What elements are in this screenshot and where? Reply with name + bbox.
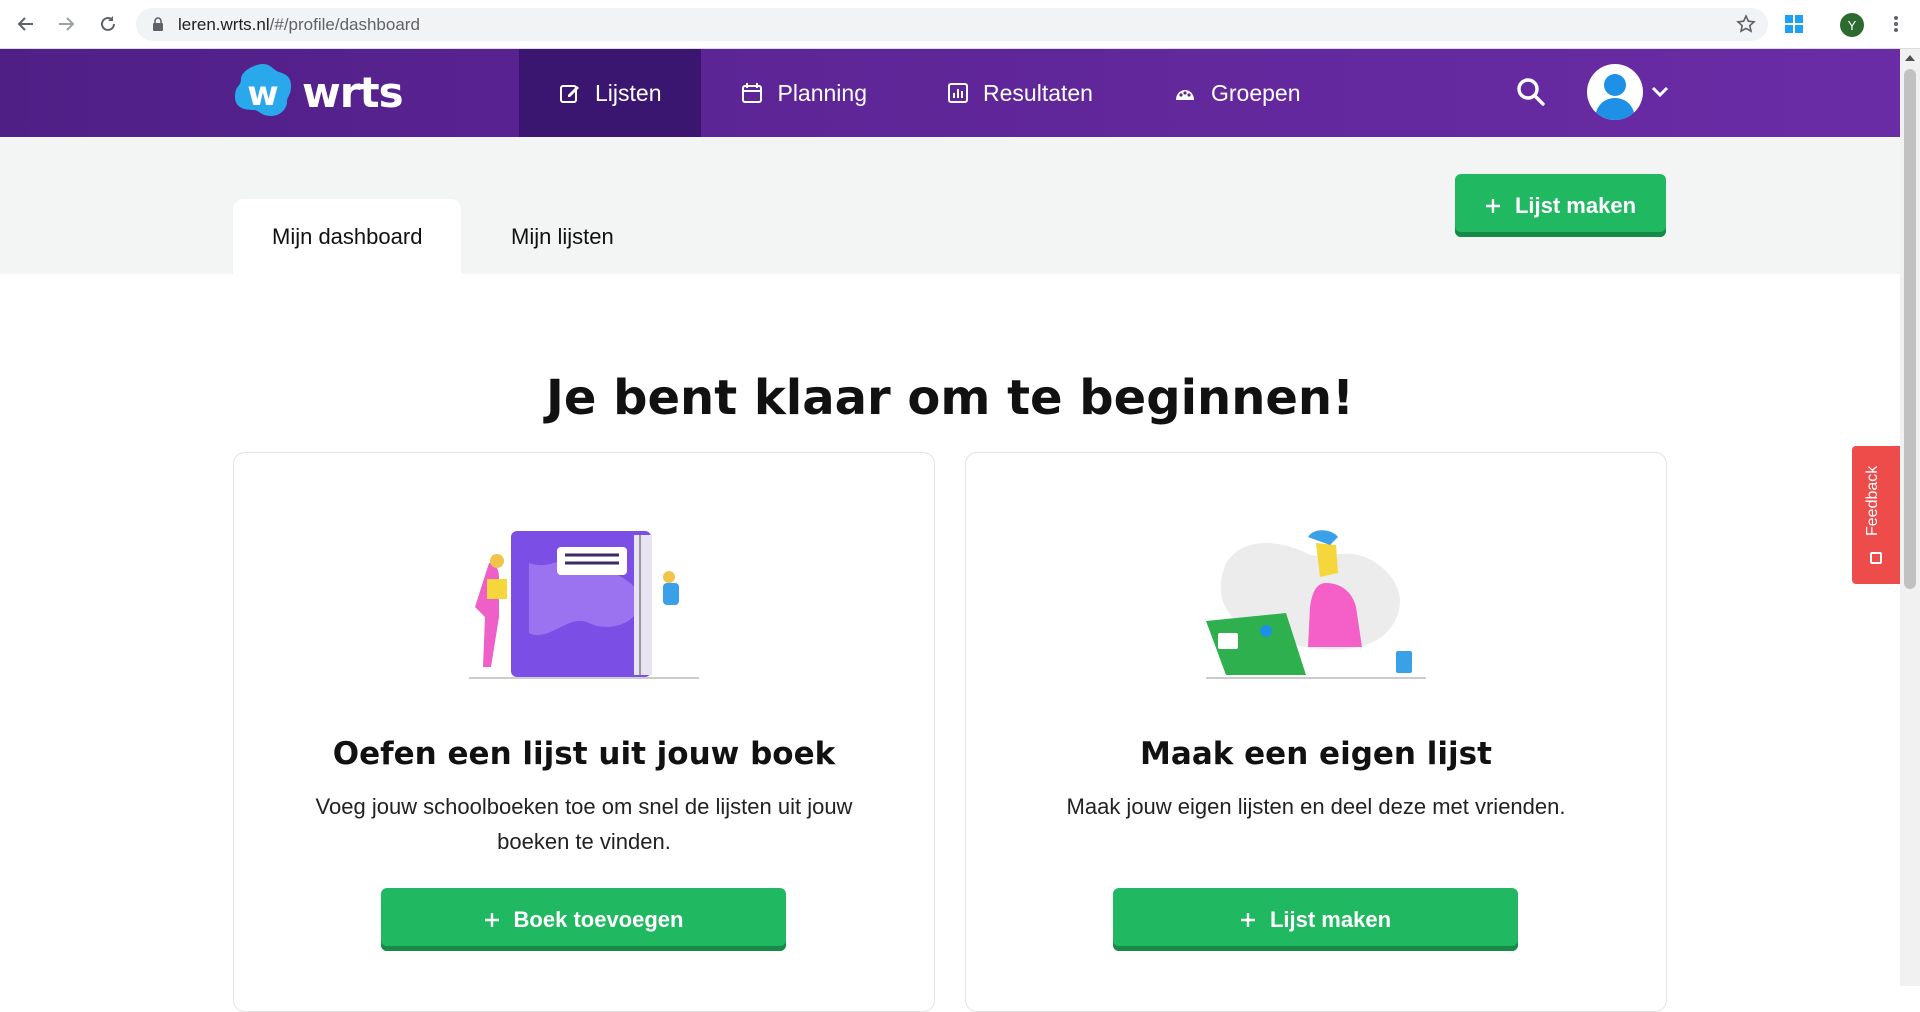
main-nav: Lijsten Planning Resultaten Groepen xyxy=(519,49,1341,137)
tab-mijn-lijsten[interactable]: Mijn lijsten xyxy=(472,199,653,274)
edit-icon xyxy=(560,85,579,103)
feedback-label: Feedback xyxy=(1864,465,1881,536)
nav-item-planning[interactable]: Planning xyxy=(701,49,907,137)
laptop-illustration xyxy=(1206,530,1426,679)
url-path: /#/profile/dashboard xyxy=(269,15,420,34)
windows-extension-icon[interactable] xyxy=(1784,14,1804,34)
calendar-icon xyxy=(742,83,763,103)
card-add-book: Oefen een lijst uit jouw boek Voeg jouw … xyxy=(233,452,935,1012)
plus-icon xyxy=(1485,198,1500,213)
create-list-button[interactable]: Lijst maken xyxy=(1455,174,1666,237)
user-menu[interactable] xyxy=(1587,64,1669,120)
chevron-down-icon xyxy=(1651,86,1669,98)
svg-text:w: w xyxy=(247,74,278,114)
browser-toolbar: leren.wrts.nl/#/profile/dashboard Y xyxy=(0,0,1920,49)
nav-item-resultaten[interactable]: Resultaten xyxy=(907,49,1133,137)
back-icon[interactable] xyxy=(14,12,38,36)
add-book-label: Boek toevoegen xyxy=(513,906,684,932)
plus-icon xyxy=(484,912,499,927)
page-title: Je bent klaar om te beginnen! xyxy=(545,370,1354,426)
scrollbar[interactable] xyxy=(1900,49,1920,986)
url-text: leren.wrts.nl/#/profile/dashboard xyxy=(178,15,420,35)
nav-label: Groepen xyxy=(1210,79,1301,106)
card-title: Oefen een lijst uit jouw boek xyxy=(332,736,836,772)
card-description: Maak jouw eigen lijsten en deel deze met… xyxy=(1066,794,1566,819)
search-icon[interactable] xyxy=(1516,77,1546,107)
card-create-list: Maak een eigen lijst Maak jouw eigen lij… xyxy=(965,452,1667,1012)
book-illustration xyxy=(469,531,699,679)
wrts-logo[interactable]: w wrts xyxy=(232,61,404,123)
reload-icon[interactable] xyxy=(96,12,120,36)
wrts-logo-icon: w xyxy=(235,64,291,116)
card-title: Maak een eigen lijst xyxy=(1140,736,1492,772)
app-header: w wrts Lijsten Planning Resultaten Groep… xyxy=(0,49,1900,137)
forward-icon[interactable] xyxy=(54,12,78,36)
url-host: leren.wrts.nl xyxy=(178,15,270,34)
bookmark-star-icon[interactable] xyxy=(1736,14,1756,34)
more-vert-icon[interactable] xyxy=(1884,12,1908,36)
scrollbar-thumb[interactable] xyxy=(1904,69,1916,589)
create-list-label: Lijst maken xyxy=(1514,192,1637,218)
tab-mijn-dashboard[interactable]: Mijn dashboard xyxy=(233,199,462,274)
address-bar[interactable]: leren.wrts.nl/#/profile/dashboard xyxy=(136,8,1768,41)
add-book-button[interactable]: Boek toevoegen xyxy=(381,888,786,951)
feedback-tab[interactable]: Feedback xyxy=(1852,446,1900,584)
create-own-list-button[interactable]: Lijst maken xyxy=(1113,888,1518,951)
avatar xyxy=(1587,64,1643,120)
card-description: Voeg jouw schoolboeken toe om snel de li… xyxy=(315,794,853,854)
browser-profile-avatar[interactable]: Y xyxy=(1840,13,1864,37)
nav-label: Planning xyxy=(777,79,868,106)
scroll-up-icon[interactable] xyxy=(1905,55,1915,61)
create-own-list-label: Lijst maken xyxy=(1269,906,1392,932)
plus-icon xyxy=(1240,912,1255,927)
user-avatar-icon xyxy=(1595,74,1635,120)
feedback-icon xyxy=(1870,552,1882,564)
group-icon xyxy=(1175,90,1194,100)
lock-icon xyxy=(153,17,163,31)
chart-icon xyxy=(948,83,969,103)
logo-text: wrts xyxy=(302,67,404,117)
nav-item-lijsten[interactable]: Lijsten xyxy=(519,49,702,137)
nav-item-groepen[interactable]: Groepen xyxy=(1133,49,1341,137)
nav-label: Lijsten xyxy=(595,79,662,106)
nav-label: Resultaten xyxy=(983,79,1093,106)
